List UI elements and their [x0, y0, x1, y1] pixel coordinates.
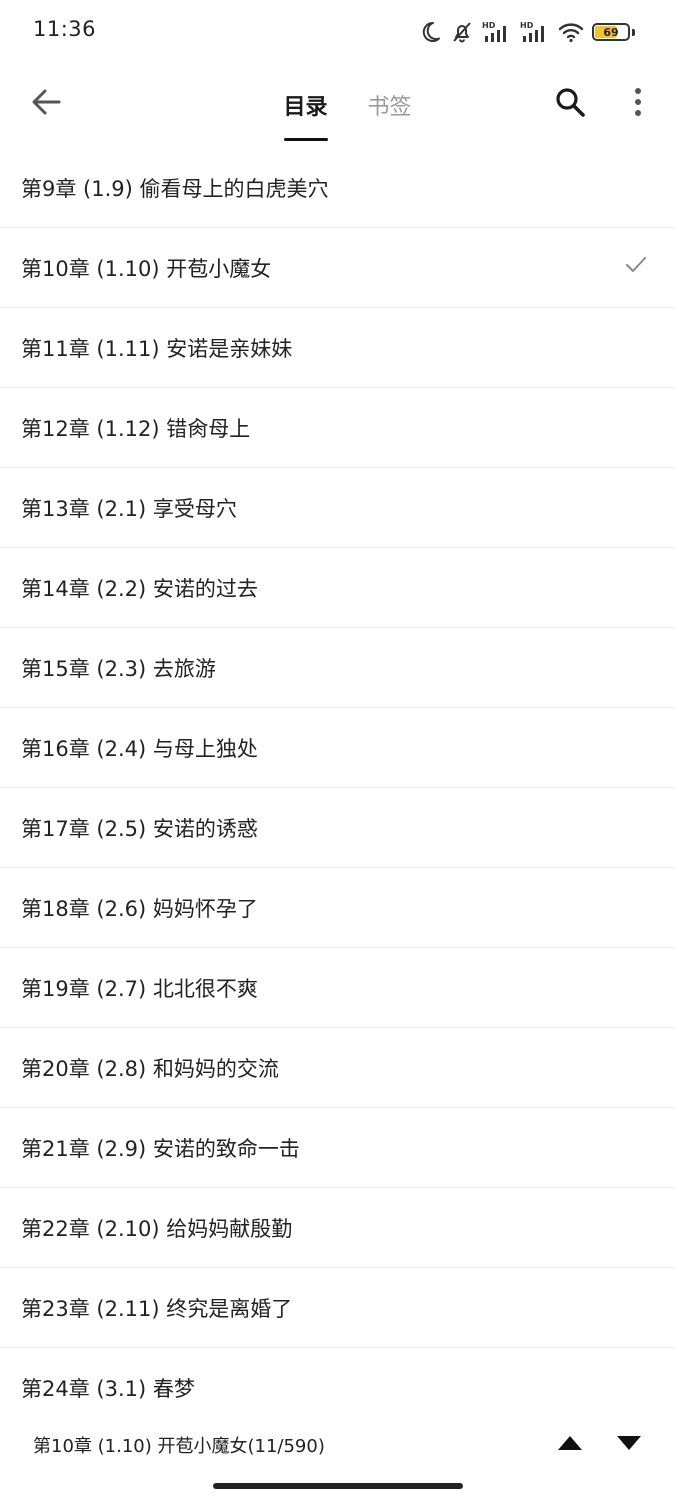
chapter-item[interactable]: 第22章 (2.10) 给妈妈献殷勤	[0, 1188, 675, 1268]
chapter-title: 第20章 (2.8) 和妈妈的交流	[21, 1056, 279, 1081]
status-icons: HD HD 69	[418, 18, 635, 46]
chapter-item[interactable]: 第15章 (2.3) 去旅游	[0, 628, 675, 708]
chapter-title: 第13章 (2.1) 享受母穴	[21, 496, 237, 521]
tab-contents[interactable]: 目录	[264, 62, 348, 148]
chapter-title: 第24章 (3.1) 春梦	[21, 1377, 195, 1401]
home-indicator[interactable]	[213, 1483, 463, 1489]
battery-icon: 69	[592, 23, 630, 41]
search-icon	[554, 86, 586, 122]
chapter-title: 第21章 (2.9) 安诺的致命一击	[21, 1136, 300, 1161]
scroll-down-button[interactable]	[609, 1428, 649, 1462]
battery-cap	[632, 28, 635, 36]
chapter-title: 第12章 (1.12) 错肏母上	[21, 416, 251, 441]
chapter-title: 第18章 (2.6) 妈妈怀孕了	[21, 896, 258, 921]
chapter-item-current[interactable]: 第10章 (1.10) 开苞小魔女	[0, 228, 675, 308]
chapter-title: 第14章 (2.2) 安诺的过去	[21, 576, 258, 601]
wifi-icon	[558, 21, 584, 43]
check-icon	[625, 256, 647, 278]
battery-level: 69	[603, 25, 619, 39]
chapter-item[interactable]: 第19章 (2.7) 北北很不爽	[0, 948, 675, 1028]
status-bar: 11:36 HD HD 69	[0, 0, 675, 62]
chapter-item[interactable]: 第16章 (2.4) 与母上独处	[0, 708, 675, 788]
tab-indicator	[283, 138, 328, 141]
chapter-item[interactable]: 第12章 (1.12) 错肏母上	[0, 388, 675, 468]
chapter-item[interactable]: 第13章 (2.1) 享受母穴	[0, 468, 675, 548]
hd-signal-icon-2: HD	[520, 20, 550, 44]
chapter-item[interactable]: 第20章 (2.8) 和妈妈的交流	[0, 1028, 675, 1108]
more-options-button[interactable]	[620, 82, 656, 126]
chapter-title: 第16章 (2.4) 与母上独处	[21, 736, 258, 761]
chapter-list: 第9章 (1.9) 偷看母上的白虎美穴 第10章 (1.10) 开苞小魔女 第1…	[0, 148, 675, 1428]
svg-text:HD: HD	[520, 21, 534, 30]
search-button[interactable]	[548, 82, 592, 126]
chapter-item[interactable]: 第14章 (2.2) 安诺的过去	[0, 548, 675, 628]
chapter-item[interactable]: 第18章 (2.6) 妈妈怀孕了	[0, 868, 675, 948]
scroll-up-button[interactable]	[550, 1428, 590, 1462]
moon-icon	[418, 20, 442, 44]
chapter-title: 第23章 (2.11) 终究是离婚了	[21, 1296, 293, 1321]
chapter-item[interactable]: 第21章 (2.9) 安诺的致命一击	[0, 1108, 675, 1188]
chapter-item[interactable]: 第9章 (1.9) 偷看母上的白虎美穴	[0, 148, 675, 228]
svg-text:HD: HD	[482, 21, 496, 30]
triangle-down-icon	[616, 1435, 642, 1455]
triangle-up-icon	[557, 1435, 583, 1455]
tab-contents-label: 目录	[283, 95, 328, 120]
chapter-item[interactable]: 第23章 (2.11) 终究是离婚了	[0, 1268, 675, 1348]
current-chapter-label[interactable]: 第10章 (1.10) 开苞小魔女(11/590)	[33, 1432, 325, 1458]
tab-bookmarks-label: 书签	[367, 95, 412, 120]
status-time: 11:36	[33, 17, 97, 41]
app-bar: 目录 书签	[0, 62, 675, 148]
more-vertical-icon	[633, 87, 643, 121]
chapter-title: 第15章 (2.3) 去旅游	[21, 656, 216, 681]
chapter-title: 第19章 (2.7) 北北很不爽	[21, 976, 258, 1001]
chapter-title: 第17章 (2.5) 安诺的诱惑	[21, 816, 258, 841]
chapter-item[interactable]: 第11章 (1.11) 安诺是亲妹妹	[0, 308, 675, 388]
tab-bookmarks[interactable]: 书签	[348, 62, 432, 148]
chapter-title: 第11章 (1.11) 安诺是亲妹妹	[21, 336, 293, 361]
chapter-item[interactable]: 第17章 (2.5) 安诺的诱惑	[0, 788, 675, 868]
chapter-title: 第9章 (1.9) 偷看母上的白虎美穴	[21, 176, 329, 201]
hd-signal-icon: HD	[482, 20, 512, 44]
chapter-title: 第10章 (1.10) 开苞小魔女	[21, 256, 272, 281]
bell-off-icon	[450, 20, 474, 44]
chapter-title: 第22章 (2.10) 给妈妈献殷勤	[21, 1216, 293, 1241]
